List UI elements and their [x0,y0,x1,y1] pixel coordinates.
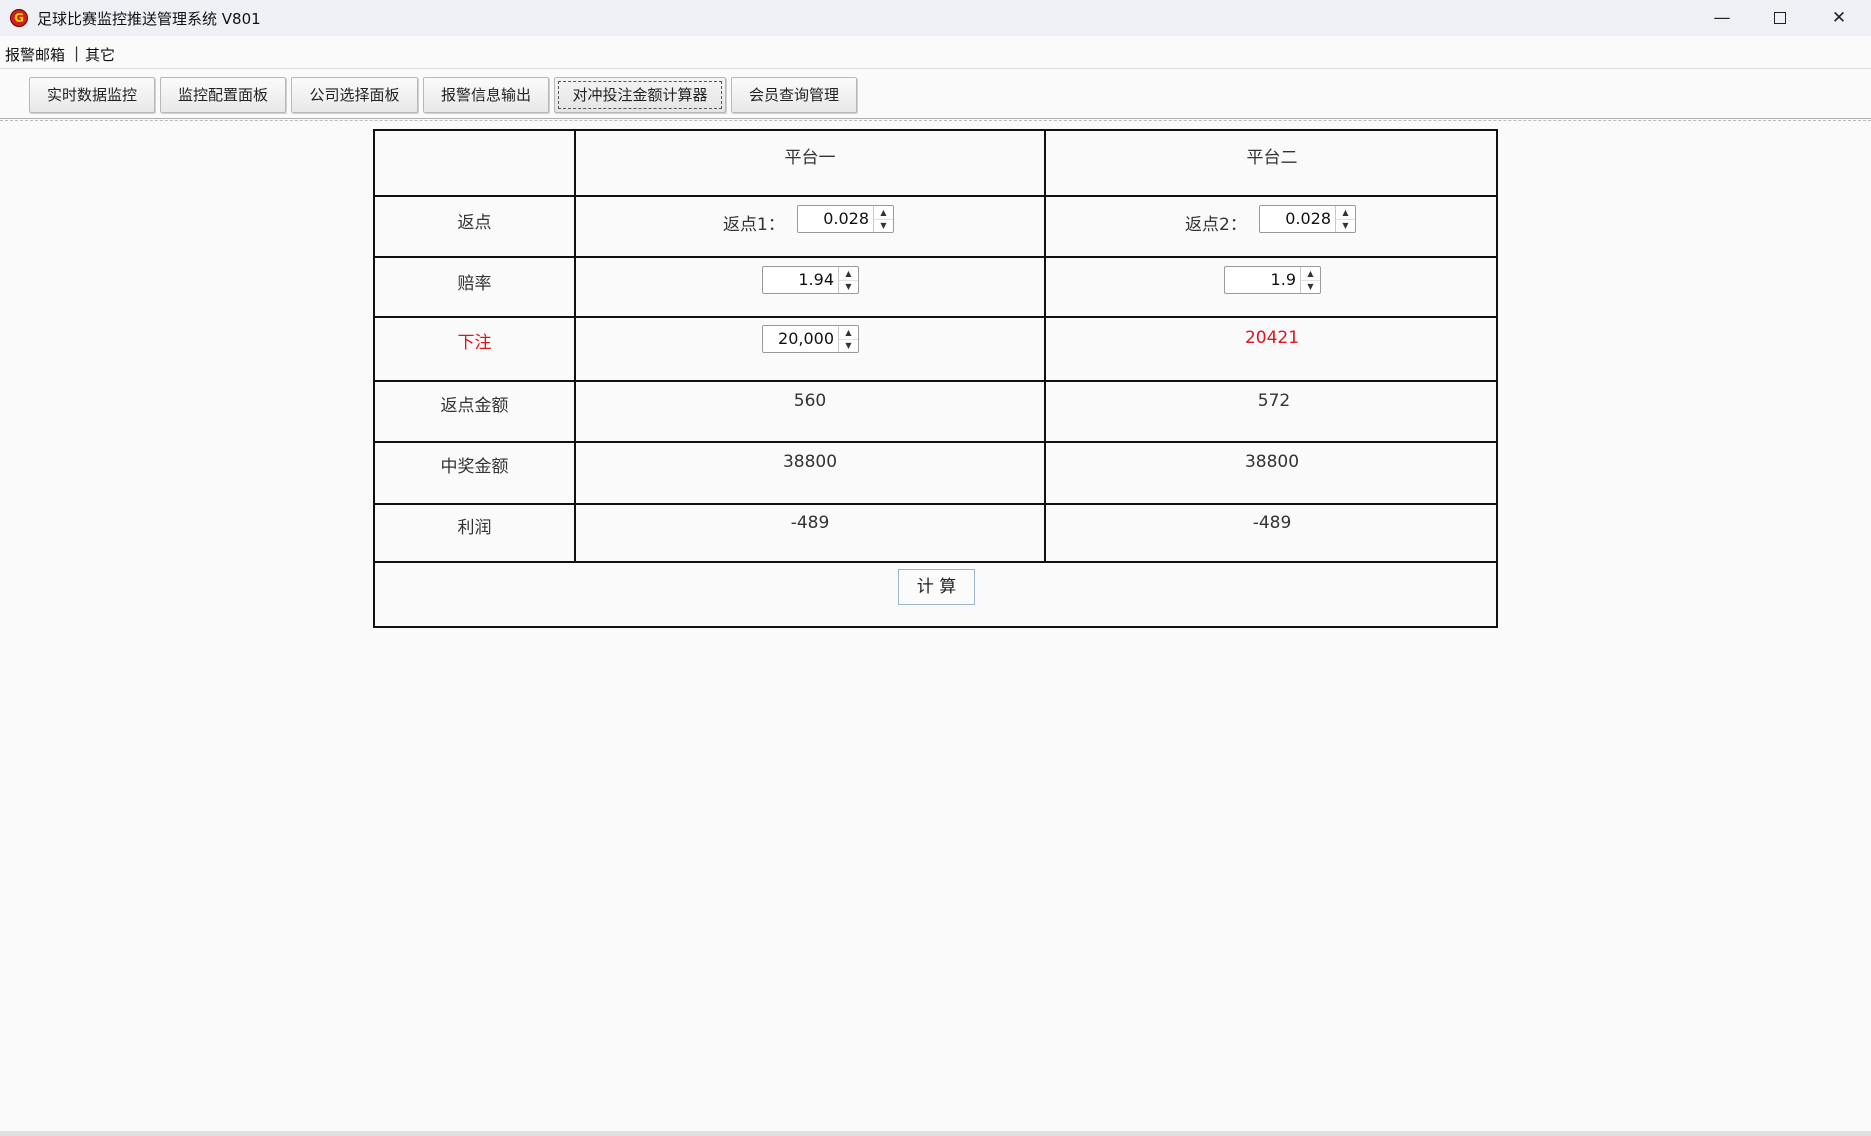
row-label-odds: 赔率 [457,274,492,294]
tab-alarm-output[interactable]: 报警信息输出 [423,77,549,113]
profit1-value: -489 [790,513,830,533]
spinner-up-icon[interactable]: ▲ [1301,267,1320,281]
rebate2-spinner[interactable]: 0.028 ▲ ▼ [1259,205,1356,233]
win-amount2-value: 38800 [1244,452,1300,472]
hedge-calculator-table: 平台一 平台二 返点 返点1： 0.028 ▲ ▼ 返点2： 0.028 ▲ ▼… [373,129,1498,628]
tab-realtime-monitor[interactable]: 实时数据监控 [29,77,155,113]
row-divider [375,503,1496,505]
app-ball-icon: G [10,9,28,27]
win-amount1-value: 38800 [782,452,838,472]
spinner-up-icon[interactable]: ▲ [839,267,858,281]
menu-alarm-mailbox[interactable]: 报警邮箱 [5,44,65,65]
rebate2-input[interactable]: 0.028 [1260,206,1335,232]
header-platform2: 平台二 [1246,148,1298,168]
spinner-down-icon[interactable]: ▼ [1301,280,1320,293]
tab-company-select[interactable]: 公司选择面板 [291,77,418,113]
spinner-down-icon[interactable]: ▼ [1336,219,1355,232]
rebate1-label: 返点1： [723,215,785,235]
row-divider [375,316,1496,318]
tab-member-query[interactable]: 会员查询管理 [731,77,857,113]
row-label-rebate: 返点 [457,213,492,233]
calculate-button[interactable]: 计 算 [898,569,975,605]
odds2-spinner[interactable]: 1.9 ▲ ▼ [1224,266,1321,294]
row-label-rebate-amount: 返点金额 [440,396,509,416]
tab-monitor-config[interactable]: 监控配置面板 [160,77,286,113]
rebate1-input[interactable]: 0.028 [798,206,873,232]
row-divider [375,256,1496,258]
spinner-down-icon[interactable]: ▼ [839,280,858,293]
profit2-value: -489 [1252,513,1292,533]
status-strip [0,1131,1871,1136]
row-label-profit: 利润 [457,518,492,538]
bet1-input[interactable]: 20,000 [763,326,838,352]
spinner-down-icon[interactable]: ▼ [874,219,893,232]
rebate-amount2-value: 572 [1257,391,1291,411]
tab-hedge-calculator[interactable]: 对冲投注金额计算器 [554,77,726,113]
spinner-up-icon[interactable]: ▲ [1336,206,1355,220]
spinner-up-icon[interactable]: ▲ [874,206,893,220]
spinner-down-icon[interactable]: ▼ [839,339,858,352]
row-divider [375,561,1496,563]
row-divider [375,380,1496,382]
tab-hedge-calculator-label: 对冲投注金额计算器 [572,86,708,104]
odds1-spinner[interactable]: 1.94 ▲ ▼ [762,266,859,294]
close-button[interactable]: ✕ [1810,0,1868,36]
bet2-value: 20421 [1244,328,1300,348]
odds1-input[interactable]: 1.94 [763,267,838,293]
row-divider [375,195,1496,197]
menu-separator: | [74,44,80,62]
minimize-button[interactable]: — [1693,0,1751,36]
rebate-amount1-value: 560 [793,391,827,411]
row-label-bet: 下注 [457,333,492,353]
maximize-button[interactable] [1751,0,1809,36]
header-platform1: 平台一 [784,148,836,168]
tab-bar: 实时数据监控 监控配置面板 公司选择面板 报警信息输出 对冲投注金额计算器 会员… [0,68,1871,119]
spinner-up-icon[interactable]: ▲ [839,326,858,340]
row-divider [375,441,1496,443]
window-title: 足球比赛监控推送管理系统 V801 [37,10,261,28]
menu-bar: 报警邮箱 | 其它 [0,36,1871,68]
rebate2-label: 返点2： [1185,215,1247,235]
bet1-spinner[interactable]: 20,000 ▲ ▼ [762,325,859,353]
rebate1-spinner[interactable]: 0.028 ▲ ▼ [797,205,894,233]
menu-other[interactable]: 其它 [85,44,115,65]
title-bar: G 足球比赛监控推送管理系统 V801 — ✕ [0,0,1871,37]
odds2-input[interactable]: 1.9 [1225,267,1300,293]
maximize-icon [1774,12,1786,24]
tab-divider [0,118,1871,121]
row-label-win-amount: 中奖金额 [440,457,509,477]
